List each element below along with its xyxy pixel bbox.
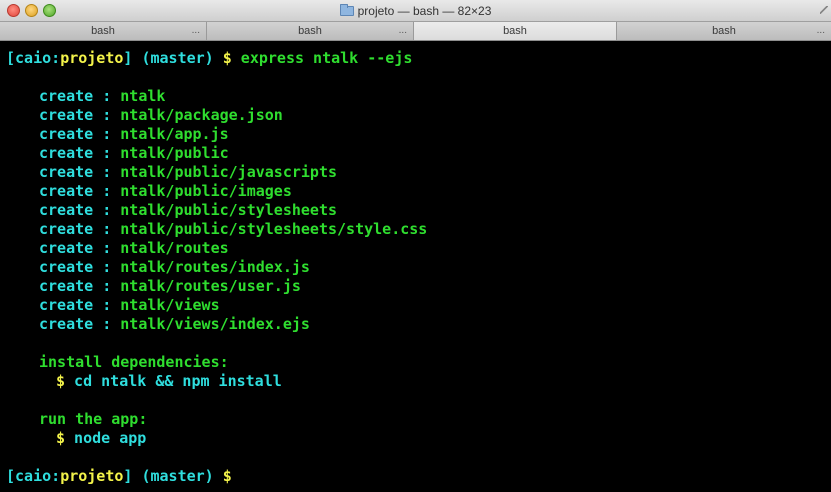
create-label: create : [39,315,121,333]
create-line: create : ntalk/views [6,296,831,315]
create-label: create : [39,182,121,200]
create-output: create : ntalk create : ntalk/package.jso… [6,87,831,334]
tab-label: bash [712,25,736,37]
create-label: create : [39,277,121,295]
create-label: create : [39,125,121,143]
created-path: ntalk [120,87,166,105]
tab-label: bash [503,25,527,37]
create-label: create : [39,296,121,314]
create-line: create : ntalk/public/images [6,182,831,201]
create-line: create : ntalk/app.js [6,125,831,144]
created-path: ntalk/package.json [120,106,283,124]
create-label: create : [39,220,121,238]
create-label: create : [39,87,121,105]
created-path: ntalk/public/stylesheets/style.css [120,220,428,238]
create-label: create : [39,239,121,257]
create-line: create : ntalk [6,87,831,106]
tab-bash-2[interactable]: bash ... [207,22,414,40]
create-line: create : ntalk/public [6,144,831,163]
prompt-branch: (master) [132,49,214,67]
prompt-line: [caio:projeto] (master) $ express ntalk … [6,49,831,68]
tab-label: bash [298,25,322,37]
tab-bash-1[interactable]: bash ... [0,22,207,40]
create-line: create : ntalk/public/stylesheets/style.… [6,220,831,239]
tab-bash-3[interactable]: bash [414,22,617,40]
create-label: create : [39,144,121,162]
created-path: ntalk/app.js [120,125,229,143]
create-line: create : ntalk/public/stylesheets [6,201,831,220]
prompt-symbol: $ [213,49,232,67]
create-line: create : ntalk/views/index.ejs [6,315,831,334]
created-path: ntalk/public/stylesheets [120,201,338,219]
run-heading: run the app: [39,410,148,428]
created-path: ntalk/public/images [120,182,292,200]
prompt-line-current: [caio:projeto] (master) $ [6,467,232,485]
terminal-window: projeto — bash — 82×23 bash ... bash ...… [0,0,831,492]
create-line: create : ntalk/package.json [6,106,831,125]
created-path: ntalk/public [120,144,229,162]
prompt-directory: projeto [60,49,124,67]
create-line: create : ntalk/routes/index.js [6,258,831,277]
create-label: create : [39,106,121,124]
window-title: projeto — bash — 82×23 [0,3,831,19]
title-bar[interactable]: projeto — bash — 82×23 [0,0,831,22]
install-heading: install dependencies: [39,353,229,371]
run-command: $ node app [56,429,147,447]
prompt-user: [caio: [6,49,61,67]
created-path: ntalk/public/javascripts [120,163,338,181]
create-line: create : ntalk/routes [6,239,831,258]
create-line: create : ntalk/routes/user.js [6,277,831,296]
create-label: create : [39,258,121,276]
created-path: ntalk/views [120,296,220,314]
created-path: ntalk/views/index.ejs [120,315,310,333]
fullscreen-icon[interactable] [820,6,828,14]
tab-overflow-indicator: ... [191,25,200,36]
create-line: create : ntalk/public/javascripts [6,163,831,182]
tab-bash-4[interactable]: bash ... [617,22,831,40]
install-command: $ cd ntalk && npm install [56,372,282,390]
tab-overflow-indicator: ... [398,25,407,36]
window-title-text: projeto — bash — 82×23 [357,4,492,18]
tab-bar: bash ... bash ... bash bash ... [0,22,831,41]
created-path: ntalk/routes/index.js [120,258,310,276]
create-label: create : [39,201,121,219]
create-label: create : [39,163,121,181]
tab-overflow-indicator: ... [816,25,825,36]
created-path: ntalk/routes [120,239,229,257]
created-path: ntalk/routes/user.js [120,277,301,295]
terminal-output[interactable]: [caio:projeto] (master) $ express ntalk … [0,41,831,492]
tab-label: bash [91,25,115,37]
folder-icon [339,4,354,16]
command-text: express ntalk --ejs [231,49,413,67]
